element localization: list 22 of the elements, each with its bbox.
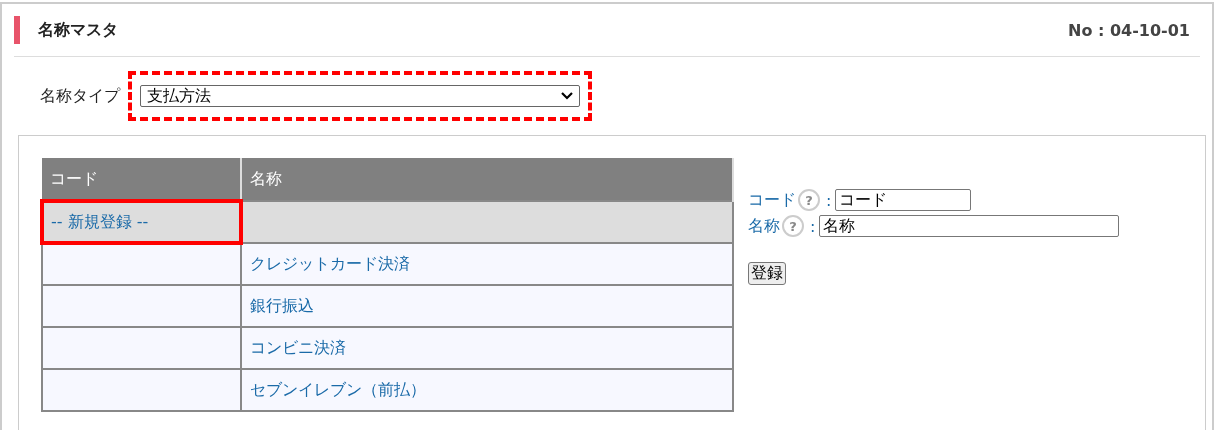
page-title: 名称マスタ <box>38 19 118 41</box>
help-icon[interactable]: ? <box>798 189 820 211</box>
name-type-label: 名称タイプ <box>40 85 120 107</box>
table-cell[interactable]: 銀行振込 <box>241 285 733 327</box>
accent-bar <box>14 16 20 44</box>
column-header: コード <box>42 158 241 201</box>
table-cell[interactable]: クレジットカード決済 <box>241 243 733 285</box>
help-icon[interactable]: ? <box>782 215 804 237</box>
name-type-select[interactable]: 支払方法 <box>140 85 580 107</box>
input-field[interactable]: コード <box>835 189 972 211</box>
screen-number: No : 04-10-01 <box>1068 20 1190 40</box>
colon-text: : <box>826 190 832 210</box>
column-header: 名称 <box>241 158 733 201</box>
field-label: 名称 <box>748 215 780 237</box>
table-cell[interactable]: セブンイレブン（前払） <box>241 369 733 411</box>
table-cell[interactable]: コンビニ決済 <box>241 327 733 369</box>
input-field[interactable]: 名称 <box>819 215 1120 237</box>
chevron-icon <box>561 92 573 100</box>
field-label: コード <box>748 189 796 211</box>
register-button[interactable]: 登録 <box>748 262 786 285</box>
table-cell[interactable]: -- 新規登録 -- <box>42 201 241 243</box>
colon-text: : <box>810 216 816 236</box>
